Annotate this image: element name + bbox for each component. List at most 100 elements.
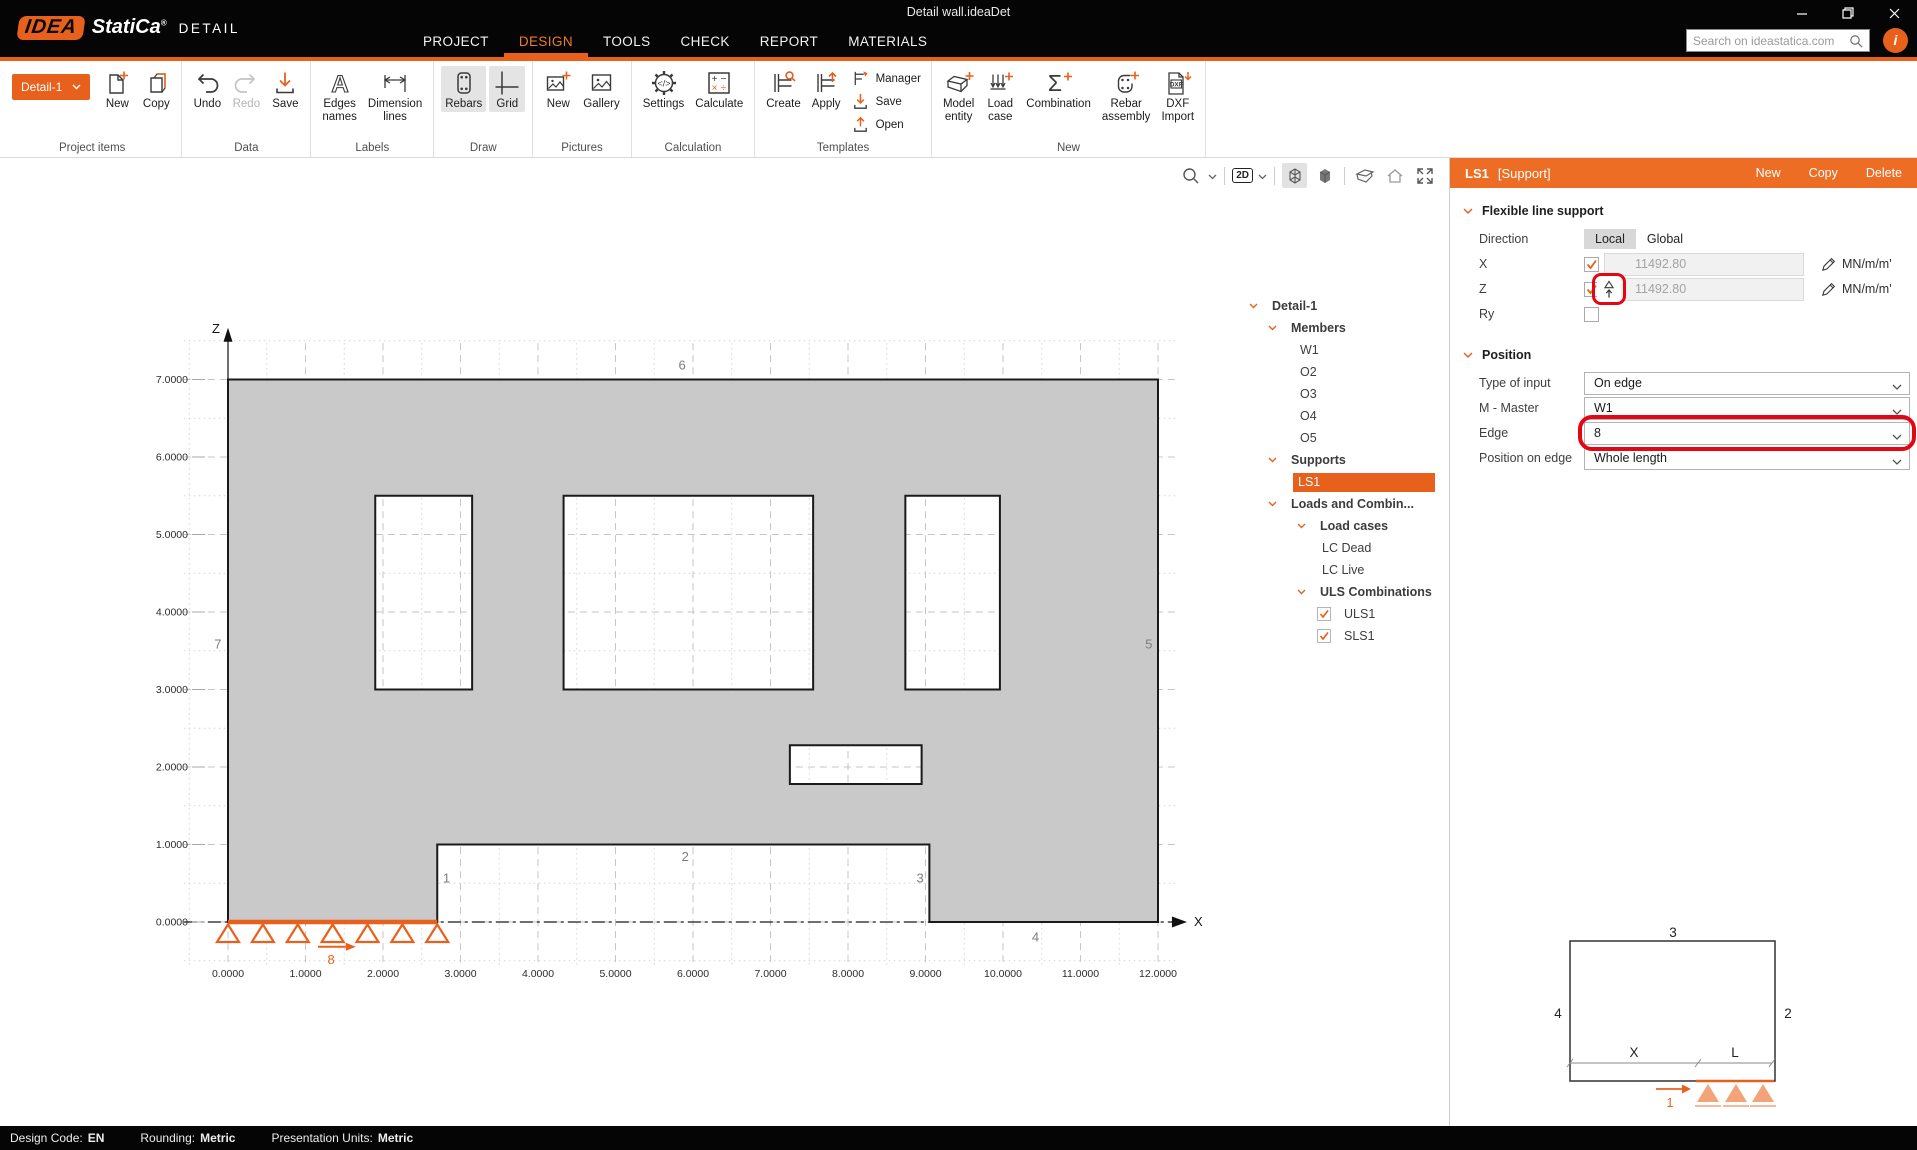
menu-materials[interactable]: MATERIALS [833,26,942,57]
tree-chevron-icon[interactable] [1268,325,1286,331]
ribbon-new-dxf-import[interactable]: DXFDXFImport [1157,66,1198,125]
tree-item-o5[interactable]: O5 [1247,427,1435,449]
tree-item-o3[interactable]: O3 [1247,383,1435,405]
wall-member-w1[interactable] [228,380,1158,923]
diagram-edge-right: 2 [1784,1006,1792,1021]
workspace: XZ675123480.00001.00002.00003.00004.0000… [0,158,1917,1126]
ribbon-labels-edges-names[interactable]: AEdgesnames [318,66,361,125]
ribbon-draw-grid[interactable]: Grid [489,66,525,112]
tree-chevron-icon[interactable] [1249,303,1267,309]
ribbon-item-label: New [106,98,129,111]
ribbon-draw-rebars[interactable]: Rebars [441,66,486,112]
solid-view-icon[interactable] [1312,163,1337,188]
copy-support-button[interactable]: Copy [1809,166,1838,180]
type-of-input-row: Type of input On edge [1450,371,1917,395]
minimize-button[interactable] [1779,0,1825,26]
tree-item-uls-combinations[interactable]: ULS Combinations [1247,581,1435,603]
section-flexible-line-support[interactable]: Flexible line support [1450,192,1917,226]
zoom-fit-icon[interactable] [1412,163,1437,188]
tree-chevron-icon[interactable] [1297,523,1315,529]
tree-chevron-icon[interactable] [1268,501,1286,507]
tree-chevron-icon[interactable] [1297,589,1315,595]
collapse-chevron-icon [1463,208,1473,215]
tree-item-lc-dead[interactable]: LC Dead [1247,537,1435,559]
tree-checkbox[interactable] [1317,607,1331,621]
view-mode-dropdown-icon[interactable] [1258,167,1267,185]
home-view-icon[interactable] [1382,163,1407,188]
clip-view-icon[interactable] [1352,163,1377,188]
ribbon-templates-open[interactable]: Open [848,114,924,135]
ribbon-calculation-calculate[interactable]: +−×÷Calculate [691,66,747,112]
type-of-input-select[interactable]: On edge [1584,372,1910,395]
master-select[interactable]: W1 [1584,397,1910,420]
edge-select[interactable]: 8 [1584,422,1910,445]
ribbon-project-items-new[interactable]: New [99,66,135,112]
wall-drawing[interactable]: XZ675123480.00001.00002.00003.00004.0000… [0,158,1449,1126]
z-stiffness-field[interactable]: 11492.80 [1604,278,1804,301]
tree-item-detail-1[interactable]: Detail-1 [1247,295,1435,317]
menu-project[interactable]: PROJECT [408,26,504,57]
ribbon-new-combination[interactable]: ΣCombination [1022,66,1095,112]
info-button[interactable]: i [1883,28,1908,53]
ribbon-data-save[interactable]: Save [267,66,303,112]
ribbon-new-model-entity[interactable]: Modelentity [939,66,978,125]
line-support-ls1[interactable] [217,922,448,951]
drawing-canvas[interactable]: XZ675123480.00001.00002.00003.00004.0000… [0,158,1449,1126]
status-label: Presentation Units: [271,1131,372,1145]
ribbon-item-label: Calculate [695,98,743,111]
tree-item-uls1[interactable]: ULS1 [1247,603,1435,625]
x-enabled-checkbox[interactable] [1584,257,1599,272]
tree-item-lc-live[interactable]: LC Live [1247,559,1435,581]
edit-pencil-icon[interactable] [1820,256,1837,273]
diagram-edge-top: 3 [1669,926,1677,940]
menu-tools[interactable]: TOOLS [588,26,666,57]
tree-item-members[interactable]: Members [1247,317,1435,339]
ribbon-templates-create[interactable]: Create [762,66,805,112]
new-support-button[interactable]: New [1756,166,1781,180]
ribbon-new-rebar-assembly[interactable]: Rebarassembly [1098,66,1155,125]
tree-chevron-icon[interactable] [1268,457,1286,463]
direction-global-toggle[interactable]: Global [1636,229,1694,249]
search-input[interactable] [1693,34,1849,48]
ribbon-labels-dimension-lines[interactable]: Dimensionlines [364,66,426,125]
tree-item-supports[interactable]: Supports [1247,449,1435,471]
ribbon-calculation-settings[interactable]: </>Settings [639,66,689,112]
menu-design[interactable]: DESIGN [504,26,588,57]
ribbon-templates-save[interactable]: Save [848,91,924,112]
ribbon-templates-manager[interactable]: Manager [848,68,924,89]
direction-local-toggle[interactable]: Local [1584,229,1636,249]
tree-item-load-cases[interactable]: Load cases [1247,515,1435,537]
ribbon-data-redo[interactable]: Redo [228,66,264,112]
edit-pencil-icon[interactable] [1820,281,1837,298]
chevron-down-icon [1892,430,1902,444]
ribbon-data-undo[interactable]: Undo [189,66,225,112]
zoom-icon[interactable] [1178,163,1203,188]
menu-check[interactable]: CHECK [666,26,745,57]
tree-item-o4[interactable]: O4 [1247,405,1435,427]
tree-checkbox[interactable] [1317,629,1331,643]
ribbon-pictures-new[interactable]: New [540,66,576,112]
z-tick-label: 0.0000 [156,917,188,929]
restore-button[interactable] [1825,0,1871,26]
position-on-edge-select[interactable]: Whole length [1584,447,1910,470]
ribbon-project-items-copy[interactable]: Copy [138,66,174,112]
tree-item-loads-and-combin[interactable]: Loads and Combin... [1247,493,1435,515]
ry-enabled-checkbox[interactable] [1584,307,1599,322]
menu-report[interactable]: REPORT [745,26,833,57]
ribbon-pictures-gallery[interactable]: Gallery [579,66,623,112]
tree-item-w1[interactable]: W1 [1247,339,1435,361]
delete-support-button[interactable]: Delete [1866,166,1902,180]
ribbon-new-load-case[interactable]: Loadcase [981,66,1019,125]
zoom-dropdown-icon[interactable] [1208,167,1217,185]
view-mode-2d[interactable]: 2D [1232,168,1253,183]
section-position[interactable]: Position [1450,336,1917,370]
project-item-select[interactable]: Detail-1 [12,74,90,100]
ribbon-templates-apply[interactable]: Apply [808,66,845,112]
tree-item-ls1[interactable]: LS1 [1247,471,1435,493]
tree-item-o2[interactable]: O2 [1247,361,1435,383]
tree-item-sls1[interactable]: SLS1 [1247,625,1435,647]
wireframe-view-icon[interactable] [1282,163,1307,188]
nonlinear-support-icon[interactable] [1597,276,1621,302]
close-button[interactable] [1871,0,1917,26]
x-stiffness-field[interactable]: 11492.80 [1604,253,1804,276]
